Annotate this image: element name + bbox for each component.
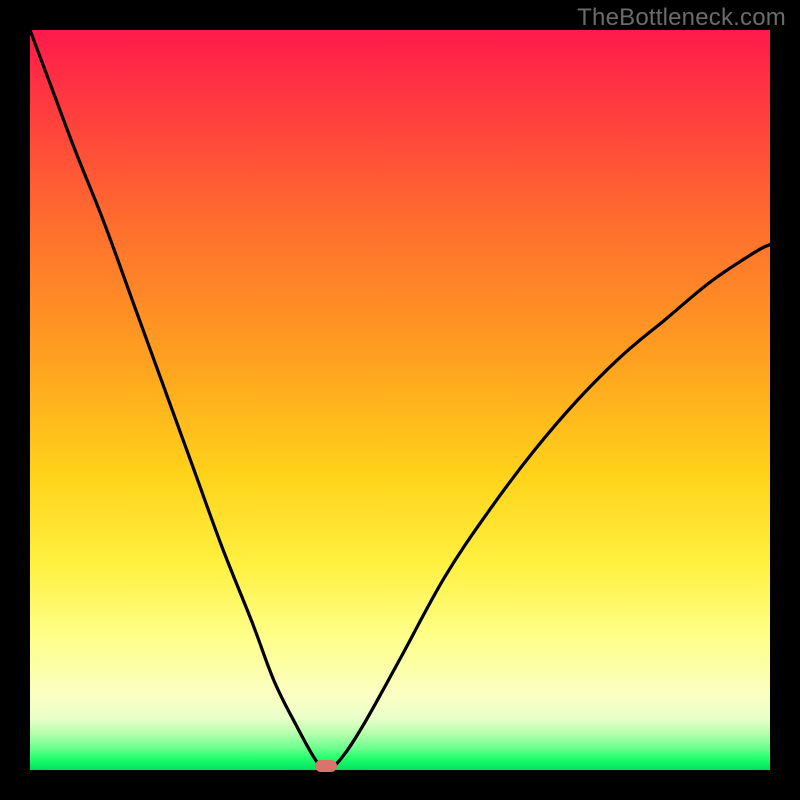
bottleneck-curve	[30, 30, 770, 770]
chart-frame: TheBottleneck.com	[0, 0, 800, 800]
optimum-marker	[315, 760, 337, 772]
watermark-text: TheBottleneck.com	[577, 4, 786, 32]
curve-path	[30, 30, 770, 770]
